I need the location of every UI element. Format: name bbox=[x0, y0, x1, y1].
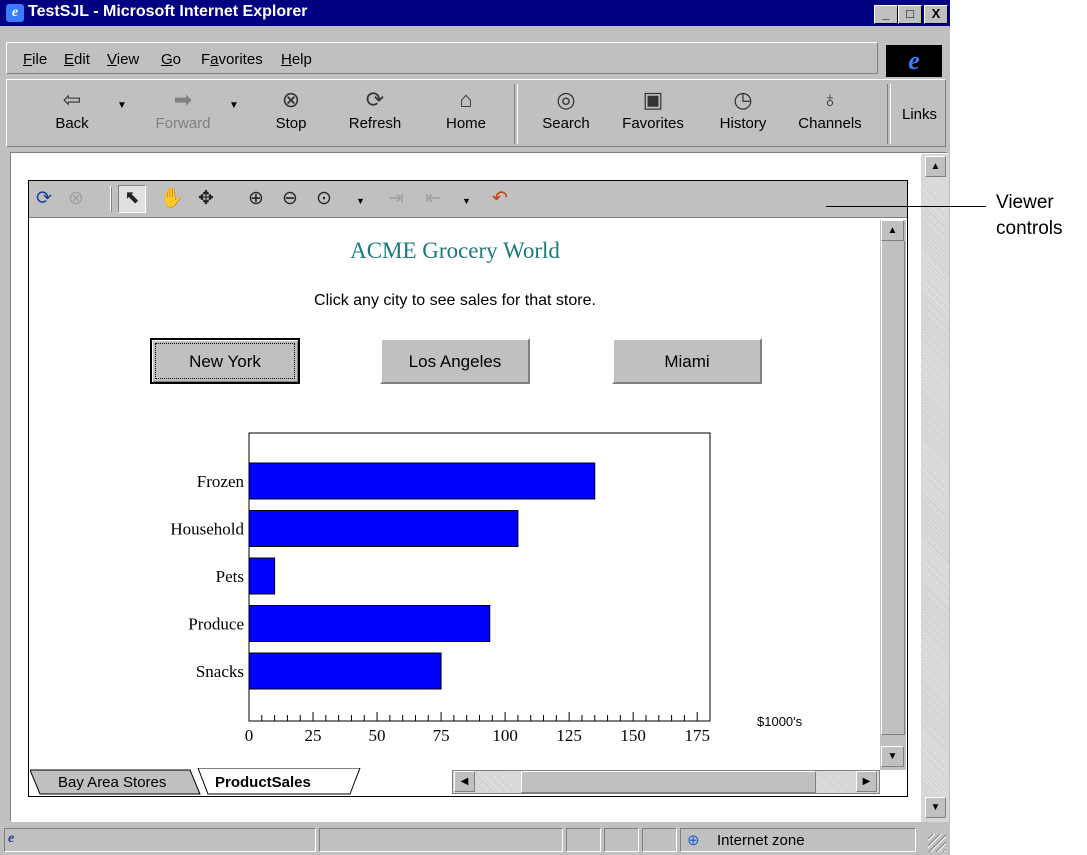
favorites-icon: ▣ bbox=[642, 87, 664, 112]
page-vertical-scrollbar[interactable] bbox=[921, 154, 949, 822]
report-title: ACME Grocery World bbox=[350, 238, 560, 263]
x-tick-label: 150 bbox=[620, 726, 646, 745]
category-label: Frozen bbox=[197, 472, 245, 491]
report-subtitle: Click any city to see sales for that sto… bbox=[314, 292, 596, 309]
annotation-label: Viewer controls bbox=[996, 192, 1063, 239]
channels-button[interactable]: ♁ Channels bbox=[790, 85, 870, 132]
bar-pets bbox=[248, 557, 276, 595]
status-zone-pane: ⊕ Internet zone bbox=[680, 828, 916, 852]
viewer-scroll-thumb[interactable] bbox=[881, 240, 905, 735]
tab-bay-area-stores[interactable]: Bay Area Stores bbox=[58, 774, 166, 791]
viewer-select-pointer-icon[interactable]: ⬉ bbox=[118, 185, 146, 213]
menu-help[interactable]: Help bbox=[281, 51, 312, 68]
zone-label: Internet zone bbox=[717, 832, 805, 849]
title-bar: e TestSJL - Microsoft Internet Explorer … bbox=[0, 0, 950, 26]
x-tick-label: 75 bbox=[433, 726, 450, 745]
viewer-scroll-up-button[interactable]: ▲ bbox=[881, 220, 904, 241]
internet-zone-icon: ⊕ bbox=[687, 832, 700, 849]
viewer-drill-dropdown-icon[interactable]: ▼ bbox=[462, 196, 471, 206]
viewer-hand-pan-icon[interactable]: ✋ bbox=[160, 188, 184, 210]
page-scroll-up-button[interactable]: ▲ bbox=[925, 156, 946, 177]
status-pane bbox=[604, 828, 639, 852]
city-button-new-york[interactable]: New York bbox=[150, 338, 300, 384]
x-tick-label: 125 bbox=[556, 726, 582, 745]
home-icon: ⌂ bbox=[459, 87, 473, 112]
home-button[interactable]: ⌂ Home bbox=[436, 85, 496, 132]
hscroll-left-button[interactable]: ◀ bbox=[454, 771, 475, 792]
history-button[interactable]: ◷ History bbox=[710, 85, 776, 132]
viewer-zoom-in-icon[interactable]: ⊕ bbox=[248, 188, 264, 210]
refresh-icon: ⟳ bbox=[365, 87, 385, 112]
forward-button[interactable]: ➡ Forward bbox=[148, 85, 218, 132]
page-icon: e bbox=[8, 831, 15, 846]
minimize-button[interactable]: _ bbox=[874, 5, 898, 24]
category-label: Pets bbox=[216, 567, 244, 586]
status-pane bbox=[566, 828, 601, 852]
category-label: Household bbox=[170, 520, 244, 539]
city-button-los-angeles[interactable]: Los Angeles bbox=[380, 338, 530, 384]
viewer-scroll-down-button[interactable]: ▼ bbox=[881, 746, 904, 767]
viewer-drill-down-icon[interactable]: ⇥ bbox=[388, 188, 404, 210]
forward-arrow-icon: ➡ bbox=[173, 87, 193, 112]
ie-window-icon: e bbox=[6, 4, 24, 22]
resize-grip-icon[interactable] bbox=[928, 834, 946, 852]
hscroll-thumb[interactable] bbox=[521, 771, 816, 793]
menu-file[interactable]: File bbox=[23, 51, 47, 68]
hscroll-right-button[interactable]: ▶ bbox=[856, 771, 877, 792]
bar-snacks bbox=[248, 652, 442, 690]
window-title: TestSJL - Microsoft Internet Explorer bbox=[28, 3, 308, 20]
menu-view[interactable]: View bbox=[107, 51, 139, 68]
viewer-zoom-select-icon[interactable]: ⊙ bbox=[316, 188, 332, 210]
menu-edit[interactable]: Edit bbox=[64, 51, 90, 68]
menu-go[interactable]: Go bbox=[161, 51, 181, 68]
search-icon: ◎ bbox=[556, 87, 576, 112]
back-arrow-icon: ⇦ bbox=[62, 87, 82, 112]
status-pane bbox=[642, 828, 677, 852]
category-label: Produce bbox=[188, 615, 244, 634]
x-tick-label: 25 bbox=[305, 726, 322, 745]
toolbar-separator bbox=[887, 84, 891, 144]
bar-household bbox=[248, 510, 519, 547]
stop-icon: ⊗ bbox=[281, 87, 301, 112]
refresh-button[interactable]: ⟳ Refresh bbox=[340, 85, 410, 132]
status-pane bbox=[319, 828, 563, 852]
viewer-stop-icon[interactable]: ⊗ bbox=[68, 188, 84, 210]
back-button[interactable]: ⇦ Back bbox=[48, 85, 96, 132]
x-tick-label: 50 bbox=[369, 726, 386, 745]
viewer-zoom-out-icon[interactable]: ⊖ bbox=[282, 188, 298, 210]
bar-frozen bbox=[248, 462, 596, 500]
menu-favorites[interactable]: Favorites bbox=[201, 51, 263, 68]
viewer-move-icon[interactable]: ✥ bbox=[198, 188, 214, 210]
maximize-button[interactable]: □ bbox=[898, 5, 922, 24]
chart-units-label: $1000's bbox=[757, 714, 803, 729]
category-label: Snacks bbox=[196, 662, 244, 681]
annotation-leader-line bbox=[826, 206, 986, 207]
viewer-separator bbox=[110, 186, 112, 212]
history-icon: ◷ bbox=[733, 87, 753, 112]
city-button-miami[interactable]: Miami bbox=[612, 338, 762, 384]
toolbar-separator bbox=[514, 84, 518, 144]
search-button[interactable]: ◎ Search bbox=[533, 85, 599, 132]
x-tick-label: 0 bbox=[245, 726, 254, 745]
channels-icon: ♁ bbox=[821, 87, 839, 112]
links-button[interactable]: Links bbox=[902, 106, 937, 123]
x-tick-label: 100 bbox=[492, 726, 517, 745]
viewer-refresh-icon[interactable]: ⟳ bbox=[36, 188, 52, 210]
x-tick-label: 175 bbox=[684, 726, 710, 745]
status-main-pane: e bbox=[4, 828, 316, 852]
sales-bar-chart: Frozen Household Pets Produce Snacks 0 25 50 75 1… bbox=[170, 432, 711, 745]
tab-product-sales[interactable]: ProductSales bbox=[215, 774, 311, 791]
bar-produce bbox=[248, 605, 491, 642]
favorites-button[interactable]: ▣ Favorites bbox=[613, 85, 693, 132]
stop-button[interactable]: ⊗ Stop bbox=[266, 85, 316, 132]
viewer-drill-up-icon[interactable]: ⇤ bbox=[425, 188, 441, 210]
close-button[interactable]: X bbox=[924, 5, 948, 24]
back-dropdown-icon[interactable]: ▼ bbox=[117, 100, 127, 111]
viewer-zoom-dropdown-icon[interactable]: ▼ bbox=[356, 196, 365, 206]
page-scroll-down-button[interactable]: ▼ bbox=[925, 797, 946, 818]
viewer-drill-back-icon[interactable]: ↶ bbox=[492, 188, 508, 210]
forward-dropdown-icon[interactable]: ▼ bbox=[229, 100, 239, 111]
ie-logo-icon: e bbox=[886, 45, 942, 77]
